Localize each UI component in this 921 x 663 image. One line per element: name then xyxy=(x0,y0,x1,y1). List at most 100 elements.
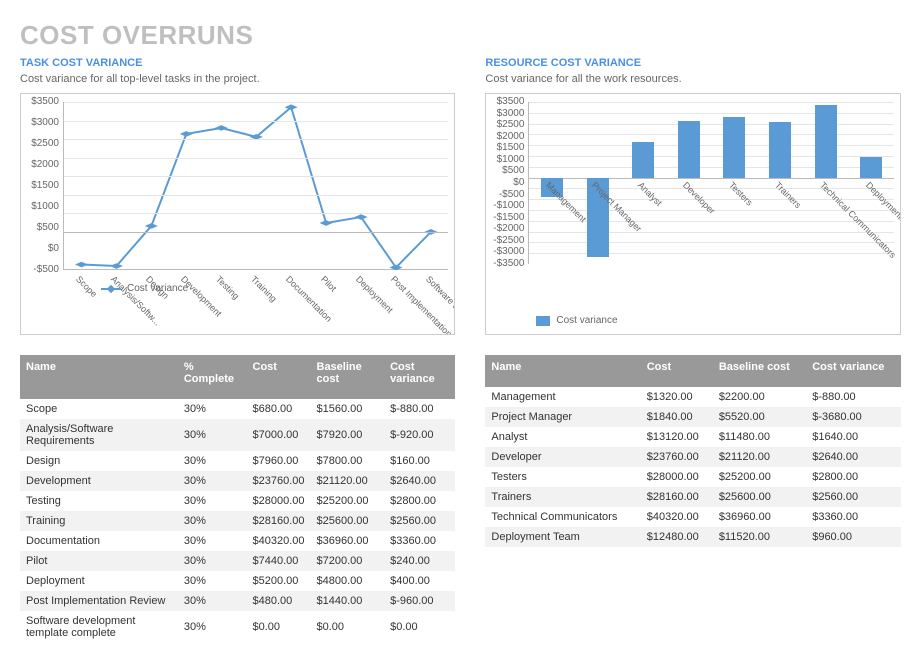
x-axis-label: Scope xyxy=(73,274,98,299)
table-cell: $25600.00 xyxy=(311,511,385,531)
bar-legend: Cost variance xyxy=(536,315,617,326)
bar-legend-label: Cost variance xyxy=(556,315,617,326)
bar xyxy=(860,157,882,178)
table-cell: $1320.00 xyxy=(641,387,713,407)
table-row: Testing30%$28000.00$25200.00$2800.00 xyxy=(20,491,455,511)
table-row: Training30%$28160.00$25600.00$2560.00 xyxy=(20,511,455,531)
table-cell: $3360.00 xyxy=(384,531,455,551)
table-cell: $0.00 xyxy=(247,611,311,643)
table-cell: $-960.00 xyxy=(384,591,455,611)
table-cell: $12480.00 xyxy=(641,527,713,547)
table-row: Development30%$23760.00$21120.00$2640.00 xyxy=(20,471,455,491)
table-cell: $7800.00 xyxy=(311,451,385,471)
table-cell: $2800.00 xyxy=(806,467,901,487)
table-cell: 30% xyxy=(178,571,247,591)
task-cost-panel: TASK COST VARIANCE Cost variance for all… xyxy=(20,57,455,643)
page-title: COST OVERRUNS xyxy=(20,20,901,51)
table-cell: Testers xyxy=(485,467,640,487)
table-cell: $28160.00 xyxy=(641,487,713,507)
table-cell: 30% xyxy=(178,471,247,491)
table-cell: $2560.00 xyxy=(384,511,455,531)
table-cell: $7960.00 xyxy=(247,451,311,471)
table-cell: Scope xyxy=(20,399,178,419)
table-row: Analyst$13120.00$11480.00$1640.00 xyxy=(485,427,901,447)
table-cell: $23760.00 xyxy=(247,471,311,491)
table-cell: Trainers xyxy=(485,487,640,507)
table-cell: Testing xyxy=(20,491,178,511)
table-row: Management$1320.00$2200.00$-880.00 xyxy=(485,387,901,407)
line-legend-label: Cost variance xyxy=(127,283,188,294)
table-cell: 30% xyxy=(178,611,247,643)
table-cell: 30% xyxy=(178,399,247,419)
table-cell: Analyst xyxy=(485,427,640,447)
table-cell: $11520.00 xyxy=(713,527,806,547)
table-header: Name xyxy=(20,355,178,399)
table-cell: $0.00 xyxy=(384,611,455,643)
table-header: Baseline cost xyxy=(311,355,385,399)
table-header: Cost variance xyxy=(384,355,455,399)
legend-swatch-line xyxy=(101,288,121,290)
table-cell: $28160.00 xyxy=(247,511,311,531)
table-row: Technical Communicators$40320.00$36960.0… xyxy=(485,507,901,527)
x-axis-label: Pilot xyxy=(319,274,338,293)
table-cell: $1440.00 xyxy=(311,591,385,611)
table-cell: $0.00 xyxy=(311,611,385,643)
x-axis-label: Trainers xyxy=(773,180,803,210)
table-header: Cost xyxy=(247,355,311,399)
resource-cost-table: NameCostBaseline costCost variance Manag… xyxy=(485,355,901,547)
table-row: Project Manager$1840.00$5520.00$-3680.00 xyxy=(485,407,901,427)
resource-cost-subtitle: Cost variance for all the work resources… xyxy=(485,73,901,85)
x-axis-label: Analyst xyxy=(636,180,664,208)
table-row: Trainers$28160.00$25600.00$2560.00 xyxy=(485,487,901,507)
table-cell: $7440.00 xyxy=(247,551,311,571)
table-cell: $400.00 xyxy=(384,571,455,591)
legend-swatch-bar xyxy=(536,316,550,326)
bar xyxy=(769,122,791,177)
table-cell: $2200.00 xyxy=(713,387,806,407)
table-cell: 30% xyxy=(178,531,247,551)
table-header: Baseline cost xyxy=(713,355,806,387)
task-cost-table: Name% CompleteCostBaseline costCost vari… xyxy=(20,355,455,643)
table-cell: $7200.00 xyxy=(311,551,385,571)
table-row: Software development template complete30… xyxy=(20,611,455,643)
bar xyxy=(815,105,837,178)
table-cell: $2560.00 xyxy=(806,487,901,507)
table-cell: $23760.00 xyxy=(641,447,713,467)
table-row: Analysis/Software Requirements30%$7000.0… xyxy=(20,419,455,451)
table-cell: $680.00 xyxy=(247,399,311,419)
table-cell: $480.00 xyxy=(247,591,311,611)
table-row: Developer$23760.00$21120.00$2640.00 xyxy=(485,447,901,467)
table-cell: 30% xyxy=(178,551,247,571)
table-cell: 30% xyxy=(178,511,247,531)
task-cost-line-chart: $3500$3000$2500$2000$1500$1000$500$0-$50… xyxy=(20,93,455,335)
table-cell: 30% xyxy=(178,419,247,451)
table-cell: $960.00 xyxy=(806,527,901,547)
table-cell: $2640.00 xyxy=(384,471,455,491)
table-cell: $1840.00 xyxy=(641,407,713,427)
table-cell: $36960.00 xyxy=(713,507,806,527)
line-legend: Cost variance xyxy=(101,283,188,294)
table-row: Design30%$7960.00$7800.00$160.00 xyxy=(20,451,455,471)
table-cell: Design xyxy=(20,451,178,471)
table-header: Cost xyxy=(641,355,713,387)
table-cell: $28000.00 xyxy=(247,491,311,511)
table-cell: Management xyxy=(485,387,640,407)
resource-cost-title: RESOURCE COST VARIANCE xyxy=(485,57,901,69)
x-axis-label: Developer xyxy=(681,180,717,216)
table-cell: $-880.00 xyxy=(384,399,455,419)
table-cell: $40320.00 xyxy=(641,507,713,527)
table-header: Name xyxy=(485,355,640,387)
table-cell: $-920.00 xyxy=(384,419,455,451)
table-row: Testers$28000.00$25200.00$2800.00 xyxy=(485,467,901,487)
table-header: Cost variance xyxy=(806,355,901,387)
bar xyxy=(678,121,700,178)
table-cell: $1560.00 xyxy=(311,399,385,419)
table-row: Deployment30%$5200.00$4800.00$400.00 xyxy=(20,571,455,591)
table-cell: $2800.00 xyxy=(384,491,455,511)
x-axis-label: Testers xyxy=(727,180,755,208)
table-cell: Software development template complete xyxy=(20,611,178,643)
table-cell: Developer xyxy=(485,447,640,467)
task-cost-subtitle: Cost variance for all top-level tasks in… xyxy=(20,73,455,85)
x-axis-label: Training xyxy=(249,274,279,304)
table-cell: $240.00 xyxy=(384,551,455,571)
